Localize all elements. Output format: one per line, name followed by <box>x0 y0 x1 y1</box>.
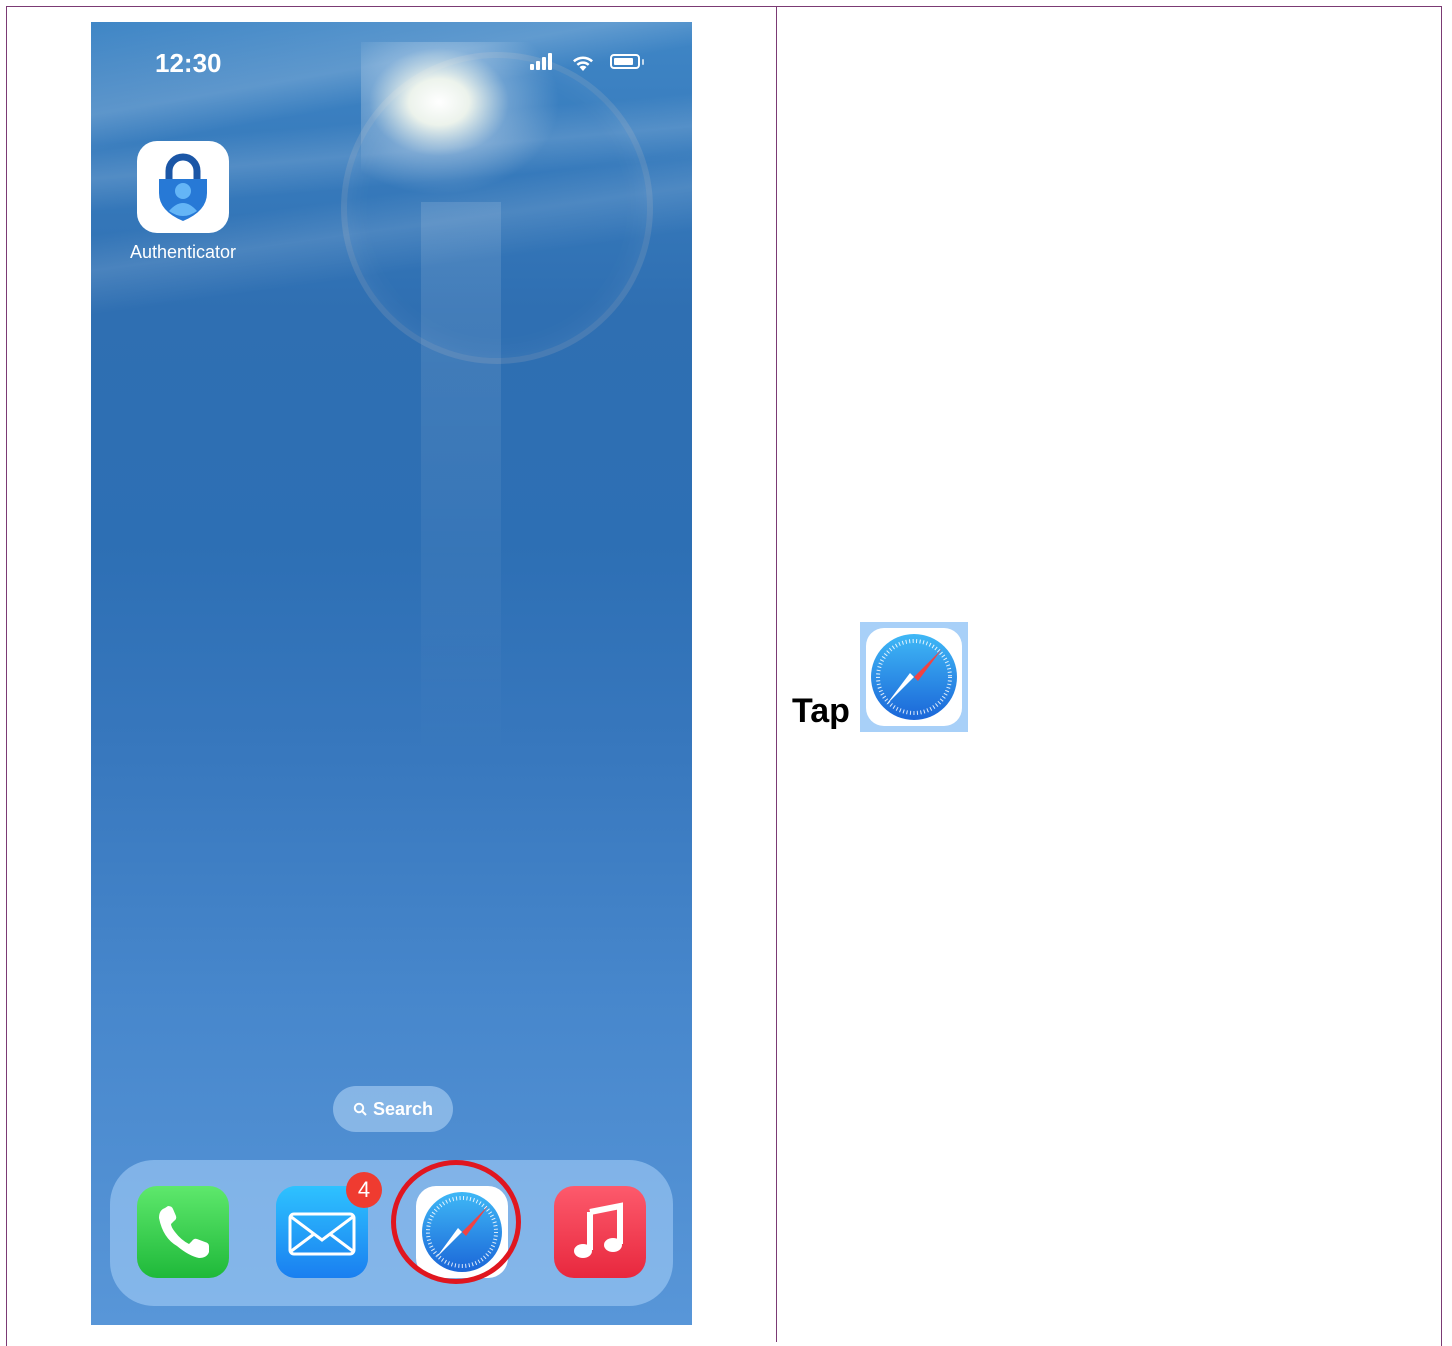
instruction-row: Tap <box>792 622 968 732</box>
music-app-icon[interactable] <box>554 1186 646 1278</box>
status-icons <box>530 52 650 74</box>
battery-tip <box>642 59 644 65</box>
authenticator-app-label: Authenticator <box>129 242 237 262</box>
safari-compass-icon <box>870 634 957 720</box>
wallpaper-light-beam <box>421 202 501 762</box>
phone-screenshot: 12:30 Authenticator Search 4 <box>91 22 692 1325</box>
authenticator-lock-icon <box>159 153 207 221</box>
search-label: Search <box>372 1098 434 1119</box>
status-time: 12:30 <box>155 48 222 78</box>
battery-icon <box>610 54 640 69</box>
music-note-icon <box>574 1202 623 1258</box>
tap-highlight-ring <box>391 1160 521 1284</box>
phone-app-icon[interactable] <box>137 1186 229 1278</box>
phone-handset-icon <box>159 1206 209 1258</box>
search-icon <box>353 1102 367 1116</box>
home-search-button[interactable]: Search <box>333 1086 453 1132</box>
instruction-safari-icon <box>859 622 968 732</box>
column-divider <box>776 6 777 1342</box>
instruction-verb: Tap <box>792 692 850 730</box>
authenticator-app-icon[interactable] <box>137 141 229 233</box>
wifi-icon <box>573 56 593 71</box>
mail-app-icon[interactable]: 4 <box>276 1172 382 1278</box>
mail-unread-badge: 4 <box>346 1172 382 1208</box>
